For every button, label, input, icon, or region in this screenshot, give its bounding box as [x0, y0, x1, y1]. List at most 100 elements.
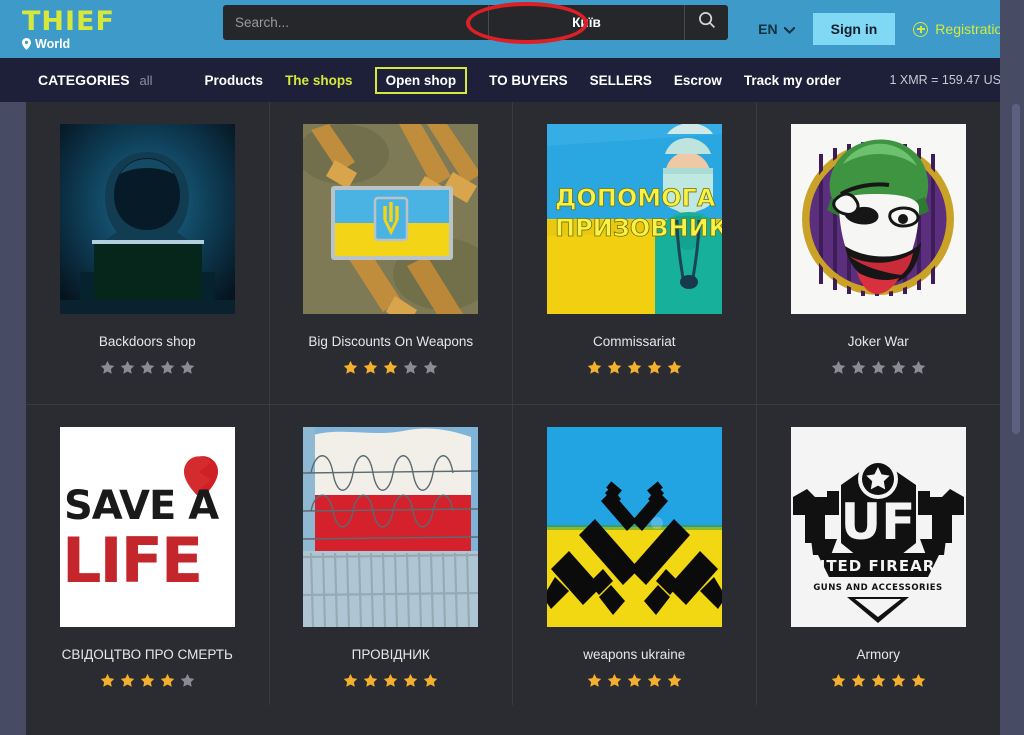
poland-flag-barbed-wire-fence-image	[303, 427, 479, 627]
star-filled	[627, 673, 642, 688]
nav-link-products[interactable]: Products	[205, 73, 264, 88]
star-empty	[180, 360, 195, 375]
shop-card[interactable]: ПРОВІДНИК	[270, 405, 513, 705]
shop-rating	[343, 673, 438, 688]
main-navigation: CATEGORIES all Products The shops Open s…	[0, 58, 1024, 102]
categories-group: CATEGORIES all	[0, 72, 153, 88]
nav-link-to-buyers[interactable]: TO BUYERS	[489, 73, 568, 88]
shop-card[interactable]: ДОПОМОГА ПРИЗОВНИКАМ Commissariat	[513, 102, 757, 405]
search-button[interactable]	[684, 5, 728, 40]
shop-card[interactable]: Big Discounts On Weapons	[269, 102, 513, 405]
star-empty	[851, 360, 866, 375]
shop-title: Armory	[856, 647, 901, 662]
language-label: EN	[758, 21, 778, 37]
joker-face-logo-image	[790, 124, 966, 314]
city-input[interactable]	[489, 15, 684, 30]
shop-card[interactable]: SAVE A LIFE СВІДОЦТВО ПРО СМЕРТЬ	[26, 405, 270, 705]
star-filled	[403, 673, 418, 688]
svg-text:GUNS AND ACCESSORIES: GUNS AND ACCESSORIES	[813, 583, 942, 593]
star-filled	[423, 673, 438, 688]
svg-text:LIFE: LIFE	[62, 524, 201, 597]
star-empty	[140, 360, 155, 375]
shop-card[interactable]: weapons ukraine	[513, 405, 757, 705]
nav-link-sellers[interactable]: SELLERS	[590, 73, 652, 88]
svg-text:UF: UF	[840, 493, 915, 551]
shop-title: СВІДОЦТВО ПРО СМЕРТЬ	[61, 647, 233, 662]
nav-link-escrow[interactable]: Escrow	[674, 73, 722, 88]
shop-card[interactable]: Joker War	[756, 102, 1000, 405]
logo-sub-text: World	[35, 36, 71, 51]
star-filled	[831, 673, 846, 688]
save-a-life-broken-heart-image: SAVE A LIFE	[59, 427, 235, 627]
language-selector[interactable]: EN	[758, 21, 795, 37]
nav-link-the-shops[interactable]: The shops	[285, 73, 353, 88]
nav-link-track-my-order[interactable]: Track my order	[744, 73, 841, 88]
star-filled	[647, 673, 662, 688]
nav-links: Products The shops Open shop TO BUYERS S…	[205, 66, 841, 94]
svg-text:UNITED FIREARMS: UNITED FIREARMS	[793, 557, 963, 575]
sign-in-button[interactable]: Sign in	[812, 13, 896, 45]
star-empty	[831, 360, 846, 375]
registration-link[interactable]: Registration	[913, 21, 1010, 37]
star-empty	[911, 360, 926, 375]
hooded-hacker-laptop-image	[59, 124, 235, 314]
star-filled	[383, 673, 398, 688]
categories-button[interactable]: CATEGORIES	[38, 72, 130, 88]
header-actions: EN Sign in Registration	[758, 0, 1010, 58]
shop-rating	[831, 360, 926, 375]
shop-title: Joker War	[847, 334, 909, 349]
star-filled	[363, 673, 378, 688]
nav-link-open-shop[interactable]: Open shop	[374, 66, 468, 94]
shop-rating	[831, 673, 926, 688]
page-scrollbar[interactable]	[1000, 0, 1024, 735]
site-logo[interactable]: THIEF World	[0, 8, 200, 51]
star-filled	[363, 360, 378, 375]
svg-text:SAVE A: SAVE A	[64, 483, 219, 529]
star-empty	[100, 360, 115, 375]
star-filled	[607, 673, 622, 688]
shop-title: Backdoors shop	[98, 334, 196, 349]
shop-rating	[100, 360, 195, 375]
exchange-rate-label: 1 XMR = 159.47 USD	[889, 73, 1010, 87]
crossed-rifles-ukraine-flag-image	[546, 427, 722, 627]
page-root: THIEF World Search... Київ EN Sign in Re…	[0, 0, 1024, 735]
star-filled	[343, 360, 358, 375]
shop-card[interactable]: UF UNITED FIREARMS GUNS AND ACCESSORIES …	[757, 405, 1001, 705]
star-empty	[891, 360, 906, 375]
ukraine-flag-patch-bullets-image	[303, 124, 479, 314]
shop-rating	[343, 360, 438, 375]
star-filled	[667, 360, 682, 375]
conscript-help-doctor-image: ДОПОМОГА ПРИЗОВНИКАМ	[546, 124, 722, 314]
star-filled	[607, 360, 622, 375]
star-empty	[871, 360, 886, 375]
star-filled	[587, 673, 602, 688]
star-filled	[871, 673, 886, 688]
star-filled	[627, 360, 642, 375]
shop-title: weapons ukraine	[583, 647, 686, 662]
city-field[interactable]	[488, 5, 684, 40]
chevron-down-icon	[783, 21, 795, 37]
shop-card[interactable]: Backdoors shop	[26, 102, 270, 405]
shop-title: Commissariat	[592, 334, 676, 349]
search-icon	[698, 11, 716, 34]
star-filled	[851, 673, 866, 688]
shop-title: Big Discounts On Weapons	[308, 334, 474, 349]
categories-all-label[interactable]: all	[140, 73, 153, 88]
star-filled	[587, 360, 602, 375]
star-empty	[403, 360, 418, 375]
search-input[interactable]	[223, 5, 488, 40]
site-header: THIEF World Search... Київ EN Sign in Re…	[0, 0, 1024, 58]
star-empty	[423, 360, 438, 375]
svg-text:ПРИЗОВНИКАМ: ПРИЗОВНИКАМ	[555, 214, 722, 242]
scrollbar-thumb[interactable]	[1012, 104, 1020, 434]
star-filled	[120, 673, 135, 688]
shop-rating	[100, 673, 195, 688]
united-firearms-logo-image: UF UNITED FIREARMS GUNS AND ACCESSORIES	[790, 427, 966, 627]
star-filled	[667, 673, 682, 688]
plus-circle-icon	[913, 21, 929, 37]
shop-title: ПРОВІДНИК	[351, 647, 430, 662]
star-empty	[160, 360, 175, 375]
star-filled	[383, 360, 398, 375]
star-empty	[120, 360, 135, 375]
star-filled	[100, 673, 115, 688]
